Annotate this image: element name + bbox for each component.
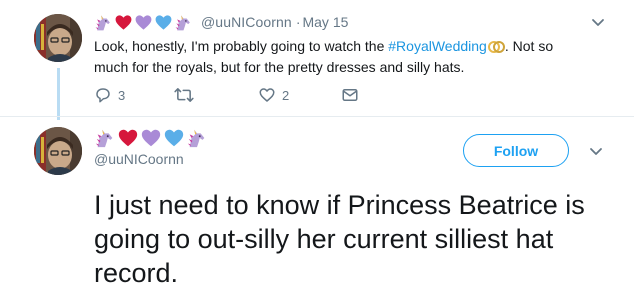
unicorn-icon bbox=[94, 127, 116, 149]
avatar-image bbox=[34, 14, 82, 62]
tweet-header: @uuNICoornn · May 15 bbox=[94, 12, 348, 32]
tweet-text-part: Look, honestly, I'm probably going to wa… bbox=[94, 38, 389, 54]
envelope-icon bbox=[342, 89, 358, 101]
red-heart-icon bbox=[114, 13, 133, 32]
ring-icon bbox=[487, 41, 505, 53]
direct-message-button[interactable] bbox=[341, 86, 359, 104]
reply-button[interactable]: 3 bbox=[94, 86, 125, 104]
separator: · bbox=[295, 14, 301, 30]
like-button[interactable]: 2 bbox=[258, 86, 289, 104]
chevron-down-icon[interactable] bbox=[589, 147, 603, 157]
avatar[interactable] bbox=[34, 127, 82, 175]
unicorn-icon bbox=[94, 13, 113, 32]
divider bbox=[0, 116, 634, 117]
like-count: 2 bbox=[282, 87, 290, 103]
timestamp[interactable]: May 15 bbox=[302, 14, 348, 30]
retweet-icon bbox=[174, 88, 194, 102]
avatar[interactable] bbox=[34, 14, 82, 62]
hashtag-link[interactable]: #RoyalWedding bbox=[388, 38, 487, 54]
display-name-emojis[interactable] bbox=[94, 13, 193, 32]
follow-button[interactable]: Follow bbox=[463, 134, 569, 167]
thread-connector bbox=[57, 68, 60, 120]
blue-heart-icon bbox=[154, 13, 173, 32]
user-handle[interactable]: @uuNICoornn bbox=[201, 14, 292, 30]
chevron-down-icon[interactable] bbox=[591, 18, 605, 28]
tweet-text: Look, honestly, I'm probably going to wa… bbox=[94, 36, 574, 78]
heart-icon bbox=[259, 88, 275, 102]
purple-heart-icon bbox=[134, 13, 153, 32]
blue-heart-icon bbox=[163, 127, 185, 149]
unicorn-icon bbox=[174, 13, 193, 32]
user-handle[interactable]: @uuNICoornn bbox=[94, 151, 184, 167]
reply-icon bbox=[96, 88, 110, 103]
display-name-emojis[interactable] bbox=[94, 127, 208, 149]
reply-count: 3 bbox=[118, 87, 126, 103]
unicorn-icon bbox=[186, 127, 208, 149]
retweet-button[interactable] bbox=[174, 86, 200, 104]
red-heart-icon bbox=[117, 127, 139, 149]
tweet-text: I just need to know if Princess Beatrice… bbox=[94, 190, 585, 288]
avatar-image bbox=[34, 127, 82, 175]
purple-heart-icon bbox=[140, 127, 162, 149]
tweet-actions: 3 2 bbox=[94, 86, 394, 108]
